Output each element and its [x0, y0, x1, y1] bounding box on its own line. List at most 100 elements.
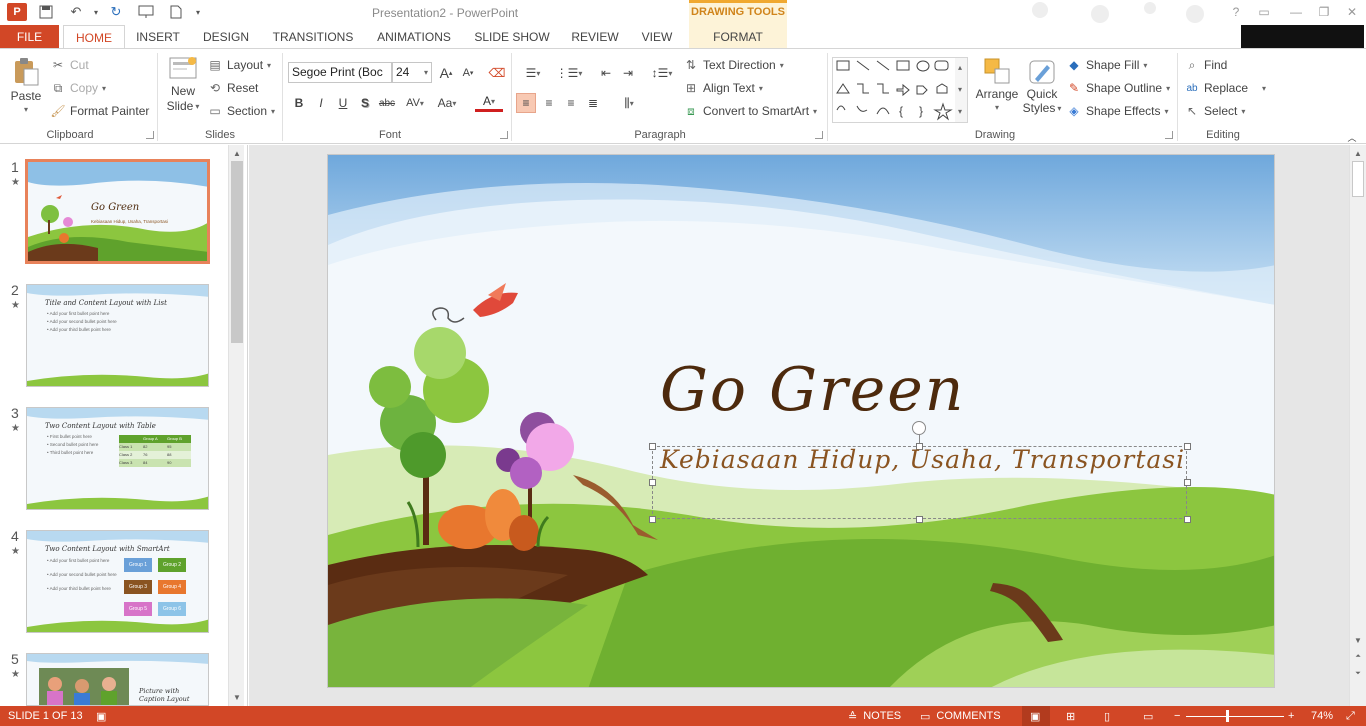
align-right-button[interactable]: ≡	[561, 93, 581, 113]
find-button[interactable]: ⌕ Find	[1184, 57, 1228, 73]
normal-view-button[interactable]: ▣	[1022, 706, 1050, 726]
align-center-button[interactable]: ≡	[539, 93, 559, 113]
copy-dropdown-icon[interactable]: ▾	[102, 84, 106, 93]
italic-button[interactable]: I	[311, 93, 331, 113]
scrollbar-thumb[interactable]	[1352, 161, 1364, 197]
drawing-launcher-icon[interactable]	[1165, 131, 1173, 139]
account-area[interactable]	[1241, 25, 1364, 48]
align-left-button[interactable]: ≡	[516, 93, 536, 113]
restore-icon[interactable]: ❐	[1314, 3, 1334, 21]
shape-outline-button[interactable]: ✎ Shape Outline ▾	[1066, 80, 1170, 96]
notes-button[interactable]: ≙ NOTES	[848, 710, 901, 723]
rotate-handle-icon[interactable]	[912, 421, 926, 435]
shape-effects-button[interactable]: ◈ Shape Effects ▾	[1066, 103, 1168, 119]
resize-handle[interactable]	[649, 443, 656, 450]
clipboard-launcher-icon[interactable]	[146, 131, 154, 139]
cut-button[interactable]: ✂ Cut	[50, 57, 89, 73]
increase-indent-button[interactable]: ⇥	[618, 63, 638, 83]
reading-view-icon[interactable]: ▯	[1104, 710, 1110, 723]
resize-handle[interactable]	[1184, 516, 1191, 523]
redo-icon[interactable]: ↻	[106, 3, 126, 21]
font-size-field[interactable]: 24 ▾	[392, 62, 432, 83]
font-launcher-icon[interactable]	[500, 131, 508, 139]
tab-review[interactable]: REVIEW	[566, 25, 624, 49]
zoom-in-icon[interactable]: +	[1288, 710, 1294, 722]
columns-button[interactable]: ⫼ ▾	[614, 93, 644, 113]
change-case-button[interactable]: Aa ▾	[433, 93, 461, 113]
new-file-icon[interactable]	[166, 3, 186, 21]
section-button[interactable]: ▭ Section ▾	[207, 103, 275, 119]
scroll-down-icon[interactable]: ▼	[1351, 633, 1365, 647]
layout-dropdown-icon[interactable]: ▾	[267, 61, 271, 70]
save-icon[interactable]	[36, 3, 56, 21]
zoom-level[interactable]: 74%	[1311, 710, 1333, 722]
previous-slide-icon[interactable]: ⏶	[1351, 650, 1365, 664]
slide-show-icon[interactable]: ▭	[1143, 710, 1153, 723]
undo-dropdown-icon[interactable]: ▾	[86, 3, 106, 21]
shapes-gallery[interactable]: { } ▴ ▾ ▾	[832, 57, 968, 123]
scroll-down-icon[interactable]: ▼	[230, 690, 244, 704]
font-color-button[interactable]: A ▾	[475, 93, 503, 112]
decrease-indent-button[interactable]: ⇤	[596, 63, 616, 83]
layout-button[interactable]: ▤ Layout ▾	[207, 57, 271, 73]
tab-animations[interactable]: ANIMATIONS	[370, 25, 458, 49]
scroll-up-icon[interactable]: ▲	[1351, 146, 1365, 160]
section-dropdown-icon[interactable]: ▾	[271, 107, 275, 116]
shadow-button[interactable]: S	[355, 93, 375, 113]
quick-styles-button[interactable]: Quick Styles ▾	[1023, 57, 1061, 115]
customize-quick-access-icon[interactable]: ▾	[188, 3, 208, 21]
tab-view[interactable]: VIEW	[636, 25, 678, 49]
new-slide-button[interactable]: New Slide ▾	[163, 55, 203, 113]
slide-title[interactable]: Go Green	[660, 355, 965, 425]
paste-dropdown-icon[interactable]: ▾	[24, 105, 28, 114]
next-slide-icon[interactable]: ⏷	[1351, 667, 1365, 681]
bullets-button[interactable]: ☰ ▾	[518, 63, 548, 83]
undo-icon[interactable]: ↶	[66, 3, 86, 21]
slide-canvas[interactable]: Go Green Kebiasaan Hidup, Usaha, Transpo…	[327, 154, 1275, 688]
strikethrough-button[interactable]: abc	[377, 93, 397, 113]
scroll-up-icon[interactable]: ▲	[230, 146, 244, 160]
slide-thumbnail-5[interactable]: Picture with Caption Layout	[26, 653, 209, 706]
new-slide-dropdown-icon[interactable]: ▾	[195, 102, 199, 111]
ribbon-display-options-icon[interactable]: ▭	[1254, 3, 1274, 21]
tab-home[interactable]: HOME	[63, 25, 125, 50]
scrollbar-thumb[interactable]	[231, 161, 243, 343]
slide-thumbnail-3[interactable]: Two Content Layout with Table • First bu…	[26, 407, 209, 510]
clear-formatting-button[interactable]: ⌫	[487, 63, 507, 83]
select-button[interactable]: ↖ Select ▾	[1184, 103, 1245, 119]
slide-thumbnail-2[interactable]: Title and Content Layout with List • Add…	[26, 284, 209, 387]
grow-font-button[interactable]: A ▴	[436, 63, 456, 83]
powerpoint-app-icon[interactable]: P	[7, 3, 27, 21]
numbering-button[interactable]: ⋮☰ ▾	[554, 63, 584, 83]
bold-button[interactable]: B	[289, 93, 309, 113]
text-direction-button[interactable]: ⇅ Text Direction ▾	[683, 57, 784, 73]
resize-handle[interactable]	[1184, 479, 1191, 486]
font-size-dropdown-icon[interactable]: ▾	[424, 63, 428, 82]
resize-handle[interactable]	[649, 516, 656, 523]
format-painter-button[interactable]: 🖌 Format Painter	[50, 103, 149, 119]
minimize-icon[interactable]: —	[1286, 3, 1306, 21]
tab-format[interactable]: FORMAT	[689, 25, 787, 49]
fit-slide-icon[interactable]: ⤢	[1346, 710, 1355, 723]
tab-design[interactable]: DESIGN	[197, 25, 255, 49]
spell-check-icon[interactable]: ▣	[96, 710, 106, 723]
paragraph-launcher-icon[interactable]	[815, 131, 823, 139]
collapse-ribbon-icon[interactable]: ︿	[1342, 127, 1362, 147]
zoom-out-icon[interactable]: −	[1174, 710, 1180, 722]
paste-button[interactable]: Paste ▾	[9, 57, 43, 114]
slide-thumbnail-1[interactable]: Go Green Kebiasaan Hidup, Usaha, Transpo…	[25, 159, 210, 264]
resize-handle[interactable]	[649, 479, 656, 486]
character-spacing-button[interactable]: AV ▾	[401, 93, 429, 113]
copy-button[interactable]: ⧉ Copy ▾	[50, 80, 106, 96]
font-name-field[interactable]: Segoe Print (Boc	[288, 62, 392, 83]
line-spacing-button[interactable]: ↕☰ ▾	[648, 63, 676, 83]
align-text-button[interactable]: ⊞ Align Text ▾	[683, 80, 763, 96]
justify-button[interactable]: ≣	[583, 93, 603, 113]
underline-button[interactable]: U	[333, 93, 353, 113]
slide-subtitle[interactable]: Kebiasaan Hidup, Usaha, Transportasi	[660, 445, 1185, 474]
shape-fill-button[interactable]: ◆ Shape Fill ▾	[1066, 57, 1147, 73]
slide-sorter-icon[interactable]: ⊞	[1066, 710, 1075, 723]
convert-smartart-button[interactable]: ⧈ Convert to SmartArt ▾	[683, 103, 817, 119]
replace-button[interactable]: ab Replace ▾	[1184, 80, 1266, 96]
comments-button[interactable]: ▭ COMMENTS	[920, 710, 1001, 723]
